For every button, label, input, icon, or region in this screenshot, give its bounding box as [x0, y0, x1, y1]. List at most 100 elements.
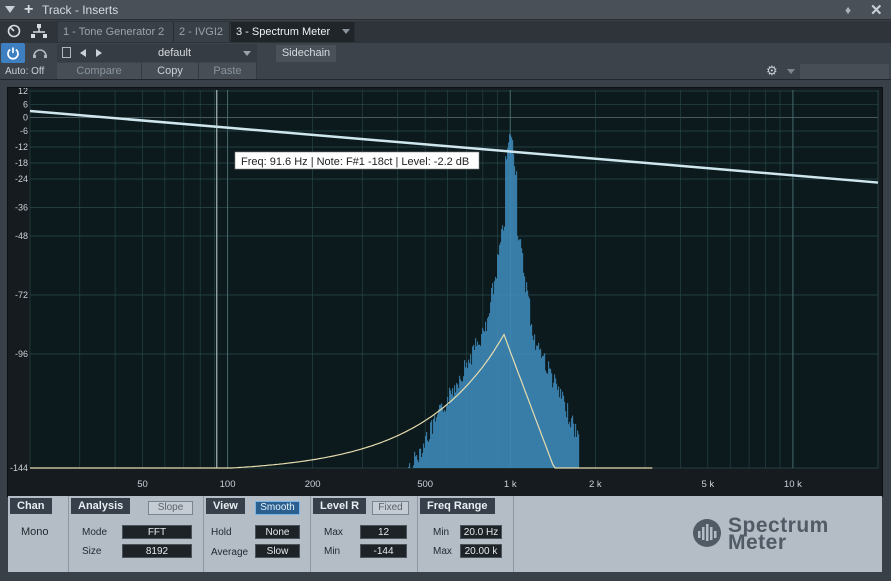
spectrum-bar: [491, 287, 493, 468]
smooth-toggle[interactable]: Smooth: [255, 501, 300, 515]
spectrum-bar: [487, 318, 489, 468]
spectrum-bar: [571, 417, 573, 468]
freq-range-section: Freq Range Min 20.0 Hz Max 20.00 k: [418, 496, 514, 572]
spectrum-bar: [502, 225, 504, 468]
spectrum-bar: [537, 345, 539, 468]
spectrum-bar: [520, 239, 522, 468]
pin-icon[interactable]: ♦: [845, 3, 851, 17]
spectrum-meter-logo: Spectrum Meter: [692, 514, 877, 554]
spectrum-bar: [511, 137, 513, 469]
compare-button[interactable]: Compare: [57, 63, 142, 79]
spectrum-bar: [544, 353, 546, 468]
spectrum-bar: [551, 373, 553, 468]
spectrum-bar: [506, 159, 508, 468]
preset-name[interactable]: default: [158, 47, 191, 59]
spectrum-bar: [443, 411, 445, 468]
hold-value[interactable]: None: [255, 525, 300, 539]
sidechain-button[interactable]: Sidechain: [276, 45, 336, 62]
spectrum-bar: [563, 395, 565, 468]
spectrum-bar: [525, 292, 527, 468]
spectrum-bar: [437, 414, 439, 468]
freq-min-value[interactable]: 20.0 Hz: [460, 525, 502, 539]
fixed-toggle[interactable]: Fixed: [372, 501, 409, 515]
spectrum-bar: [569, 421, 571, 468]
next-preset-icon[interactable]: [96, 49, 102, 57]
freq-min-label: Min: [433, 527, 450, 538]
spectrum-bar: [514, 166, 516, 468]
tab-spectrum-meter[interactable]: 3 - Spectrum Meter: [231, 22, 355, 42]
tab-ivgi2[interactable]: 2 - IVGI2: [174, 22, 230, 42]
level-min-label: Min: [324, 546, 341, 557]
analysis-section: Analysis Slope Mode FFT Size 8192: [69, 496, 204, 572]
level-min-value[interactable]: -144: [360, 544, 407, 558]
collapse-arrow-icon[interactable]: [5, 6, 15, 13]
automation-status[interactable]: Auto: Off: [5, 66, 44, 77]
paste-button[interactable]: Paste: [199, 63, 257, 79]
routing-tree-icon[interactable]: [27, 21, 51, 41]
spectrum-bar: [503, 230, 505, 468]
spectrum-bar: [448, 405, 450, 468]
spectrum-bar: [507, 147, 509, 468]
level-max-value[interactable]: 12: [360, 525, 407, 539]
spectrum-bar: [532, 335, 534, 468]
spectrum-bar: [470, 354, 472, 468]
preset-dropdown-icon[interactable]: [243, 51, 251, 56]
view-title: View: [206, 498, 245, 514]
routing-dial-icon[interactable]: [3, 21, 25, 41]
spectrum-bar: [476, 345, 478, 468]
freq-max-value[interactable]: 20.00 k: [460, 544, 502, 558]
spectrum-bar: [475, 338, 477, 468]
close-icon[interactable]: ✕: [870, 1, 883, 19]
spectrum-bar: [562, 391, 564, 468]
level-tick-label: -12: [15, 142, 28, 152]
spectrum-display[interactable]: 12 6 0 -6 -12 -18 -24 -36 -48 -72 -96 -144 50 100 200…: [8, 88, 882, 496]
spectrum-bar: [534, 334, 536, 468]
spectrum-bar: [574, 436, 576, 468]
chan-title: Chan: [10, 498, 52, 514]
spectrum-bar: [521, 248, 523, 468]
average-value[interactable]: Slow: [255, 544, 300, 558]
hold-label: Hold: [211, 527, 232, 538]
freq-tick-label: 500: [417, 479, 433, 490]
bypass-button[interactable]: [28, 43, 52, 63]
spectrum-bar: [490, 302, 492, 468]
spectrum-bar: [473, 344, 475, 468]
spectrum-bar: [517, 236, 519, 468]
spectrum-bar: [417, 459, 419, 468]
chevron-down-icon[interactable]: [342, 29, 350, 34]
spectrum-bar: [435, 421, 437, 468]
level-tick-label: -48: [15, 231, 28, 241]
freq-tick-label: 50: [137, 479, 148, 490]
spectrum-bar: [497, 254, 499, 468]
slope-toggle[interactable]: Slope: [148, 501, 193, 515]
size-value[interactable]: 8192: [122, 544, 192, 558]
spectrum-bar: [535, 350, 537, 468]
copy-button[interactable]: Copy: [142, 63, 199, 79]
mode-value[interactable]: FFT: [122, 525, 192, 539]
spectrum-bar: [541, 357, 543, 468]
spectrum-bar: [554, 374, 556, 468]
spectrum-bar: [439, 404, 441, 468]
prev-preset-icon[interactable]: [80, 49, 86, 57]
chan-mode-value[interactable]: Mono: [21, 526, 49, 538]
tab-tone-generator[interactable]: 1 - Tone Generator 2: [58, 22, 174, 42]
spectrum-bar: [489, 313, 491, 468]
spectrum-bar: [451, 394, 453, 468]
spectrum-bar: [424, 447, 426, 468]
spectrum-bar: [575, 423, 577, 468]
document-icon[interactable]: [62, 47, 71, 58]
gear-icon[interactable]: ⚙: [766, 64, 778, 78]
average-label: Average: [211, 547, 249, 558]
power-button[interactable]: [1, 43, 25, 63]
spectrum-bar: [529, 298, 531, 468]
spectrum-bar: [409, 463, 411, 468]
freq-range-title: Freq Range: [420, 498, 495, 514]
spectrum-bar: [467, 367, 469, 468]
settings-dropdown-icon[interactable]: [787, 69, 795, 74]
add-insert-icon[interactable]: +: [24, 1, 33, 19]
spectrum-bar: [413, 465, 415, 468]
spectrum-bar: [431, 420, 433, 468]
spectrum-bar: [573, 423, 575, 468]
spectrum-bar: [536, 345, 538, 468]
spectrum-bar: [477, 341, 479, 468]
